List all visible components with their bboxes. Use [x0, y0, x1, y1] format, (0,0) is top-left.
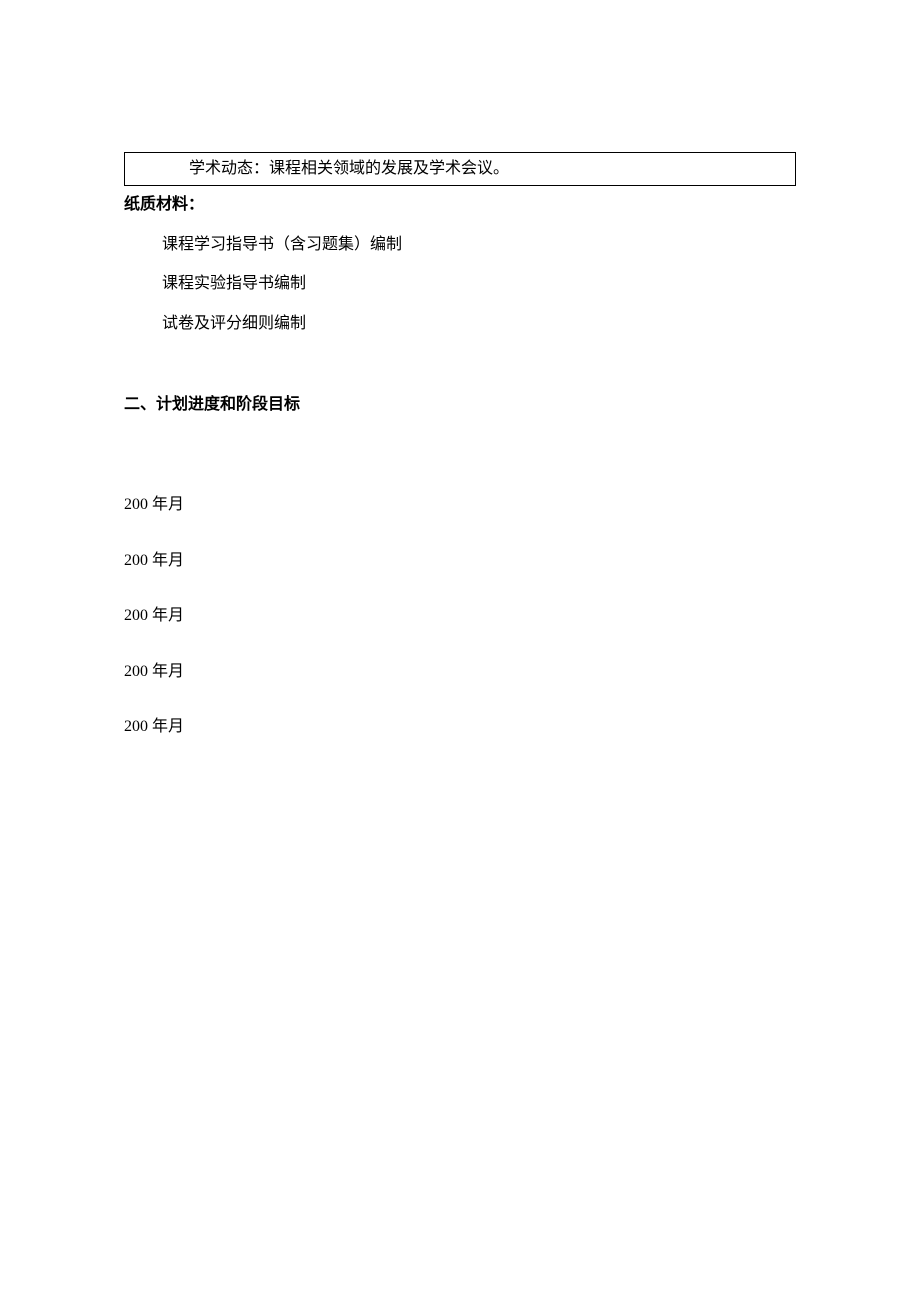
materials-header: 纸质材料： [124, 192, 796, 218]
date-list: 200 年月 200 年月 200 年月 200 年月 200 年月 [124, 492, 796, 740]
date-item: 200 年月 [124, 603, 796, 629]
list-item: 试卷及评分细则编制 [162, 311, 796, 337]
date-item: 200 年月 [124, 659, 796, 685]
section-2-title: 二、计划进度和阶段目标 [124, 392, 796, 418]
list-item: 课程学习指导书（含习题集）编制 [162, 232, 796, 258]
date-item: 200 年月 [124, 714, 796, 740]
date-item: 200 年月 [124, 492, 796, 518]
materials-list: 课程学习指导书（含习题集）编制 课程实验指导书编制 试卷及评分细则编制 [124, 232, 796, 337]
date-item: 200 年月 [124, 548, 796, 574]
list-item: 课程实验指导书编制 [162, 271, 796, 297]
page-content: 学术动态：课程相关领域的发展及学术会议。 纸质材料： 课程学习指导书（含习题集）… [0, 0, 920, 740]
academic-trends-text: 学术动态：课程相关领域的发展及学术会议。 [189, 160, 509, 177]
academic-trends-box: 学术动态：课程相关领域的发展及学术会议。 [124, 152, 796, 186]
